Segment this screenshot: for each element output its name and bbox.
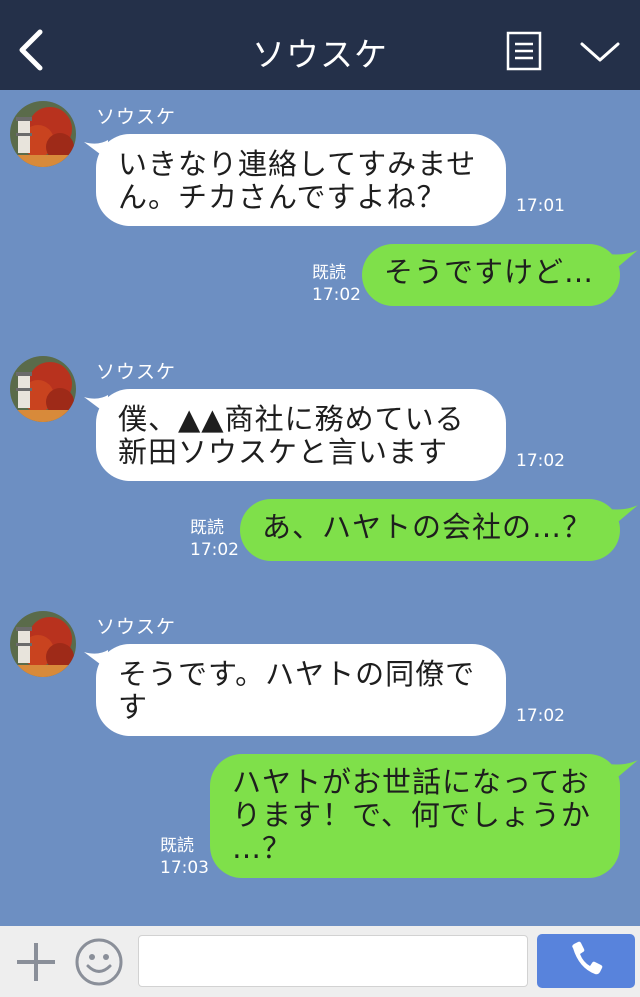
message-bubble-incoming[interactable]: そうです。ハヤトの同僚で す xyxy=(96,644,506,736)
message-bubble-outgoing[interactable]: ハヤトがお世話になってお ります！で、何でしょうか …？ xyxy=(210,754,620,878)
menu-icon xyxy=(506,31,542,71)
sender-name: ソウスケ xyxy=(96,361,177,383)
avatar[interactable] xyxy=(10,611,76,677)
avatar-autumn-tree-icon xyxy=(10,101,76,167)
menu-button[interactable] xyxy=(506,31,542,71)
message-time: 17:03 xyxy=(160,858,209,878)
chevron-down-icon xyxy=(580,42,620,62)
message-bubble-incoming[interactable]: いきなり連絡してすみませ ん。チカさんですよね？ xyxy=(96,134,506,226)
emoji-button[interactable] xyxy=(74,937,124,987)
sender-name: ソウスケ xyxy=(96,106,177,128)
avatar-autumn-tree-icon xyxy=(10,611,76,677)
sender-name: ソウスケ xyxy=(96,616,177,638)
bubble-tail xyxy=(608,760,638,782)
message-list[interactable]: ソウスケ いきなり連絡してすみませ ん。チカさんですよね？ 17:01 既読 1… xyxy=(0,90,640,926)
read-status: 既読 xyxy=(312,263,346,283)
plus-icon xyxy=(17,943,55,981)
chat-header: ソウスケ xyxy=(0,0,640,90)
message-time: 17:02 xyxy=(190,540,239,560)
avatar[interactable] xyxy=(10,356,76,422)
bubble-tail xyxy=(608,250,638,272)
collapse-button[interactable] xyxy=(578,36,622,66)
message-input[interactable] xyxy=(138,935,528,987)
message-time: 17:02 xyxy=(516,706,565,726)
avatar-autumn-tree-icon xyxy=(10,356,76,422)
message-time: 17:02 xyxy=(516,451,565,471)
smiley-icon xyxy=(75,938,123,986)
call-button[interactable] xyxy=(537,934,635,988)
message-bubble-incoming[interactable]: 僕、▲▲商社に務めている 新田ソウスケと言います xyxy=(96,389,506,481)
read-status: 既読 xyxy=(160,836,194,856)
bubble-tail xyxy=(608,505,638,527)
avatar[interactable] xyxy=(10,101,76,167)
read-status: 既読 xyxy=(190,518,224,538)
phone-icon xyxy=(572,941,603,975)
message-bubble-outgoing[interactable]: そうですけど… xyxy=(362,244,620,306)
message-time: 17:01 xyxy=(516,196,565,216)
message-time: 17:02 xyxy=(312,285,361,305)
message-input-bar xyxy=(0,926,640,997)
message-bubble-outgoing[interactable]: あ、ハヤトの会社の…？ xyxy=(240,499,620,561)
chat-title: ソウスケ xyxy=(252,35,388,74)
add-attachment-button[interactable] xyxy=(14,940,58,984)
